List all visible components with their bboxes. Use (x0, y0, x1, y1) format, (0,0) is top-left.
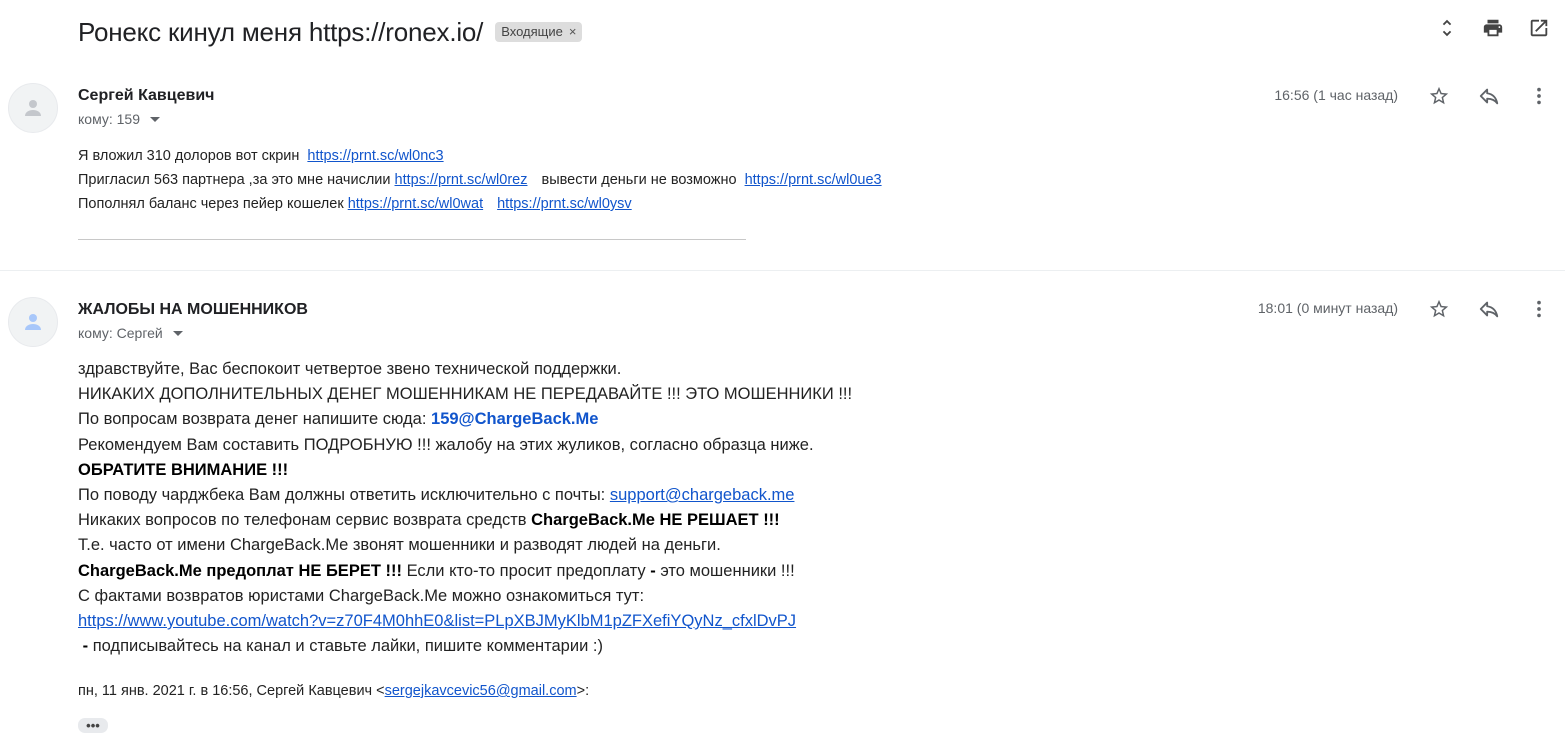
expand-collapse-icon[interactable] (1435, 16, 1459, 40)
open-in-new-window-icon[interactable] (1527, 16, 1551, 40)
body-line: По поводу чарджбека Вам должны ответить … (78, 483, 852, 508)
star-icon[interactable] (1427, 297, 1451, 321)
link[interactable]: https://prnt.sc/wl0nc3 (307, 148, 443, 164)
body-line: Никаких вопросов по телефонам сервис воз… (78, 508, 852, 533)
message-time: 16:56 (1 час назад) (1274, 87, 1398, 103)
thread-toolbar (1435, 16, 1551, 40)
body-line: Я вложил 310 долоров вот скрин https://pr… (78, 144, 882, 168)
body-line: Т.е. часто от имени ChargeBack.Me звонят… (78, 536, 721, 555)
show-trimmed-content-button[interactable]: ••• (78, 718, 108, 733)
body-line: По вопросам возврата денег напишите сюда… (78, 407, 852, 432)
body-line: ОБРАТИТЕ ВНИМАНИЕ !!! (78, 460, 289, 479)
chevron-down-icon[interactable] (150, 116, 160, 122)
sender-name[interactable]: ЖАЛОБЫ НА МОШЕННИКОВ (78, 301, 308, 319)
body-text: Пополнял баланс через пейер кошелек (78, 196, 344, 212)
message-time: 18:01 (0 минут назад) (1257, 300, 1398, 316)
body-line: здравствуйте, Вас беспокоит четвертое зв… (78, 360, 622, 378)
avatar[interactable] (8, 83, 58, 133)
recipient-text: кому: Сергей (78, 325, 163, 341)
recipient-line: кому: Сергей (78, 325, 183, 341)
body-line: https://www.youtube.com/watch?v=z70F4M0h… (78, 609, 852, 634)
star-icon[interactable] (1427, 84, 1451, 108)
quote-prefix: пн, 11 янв. 2021 г. в 16:56, Сергей Кавц… (78, 683, 385, 699)
link[interactable]: https://prnt.sc/wl0ysv (497, 196, 632, 212)
remove-label-icon[interactable]: × (569, 24, 577, 39)
avatar[interactable] (8, 297, 58, 347)
message-separator (0, 270, 1565, 271)
person-icon (25, 100, 41, 116)
body-text: Я вложил 310 долоров вот скрин (78, 148, 300, 164)
body-text: Пригласил 563 партнера ,за это мне начис… (78, 172, 391, 188)
body-text: подписывайтесь на канал и ставьте лайки,… (92, 637, 603, 656)
email-link[interactable]: sergejkavcevic56@gmail.com (385, 683, 577, 699)
email-link[interactable]: support@chargeback.me (610, 486, 795, 504)
body-text-bold: ChargeBack.Me НЕ РЕШАЕТ !!! (531, 511, 780, 530)
body-text: это мошенники !!! (660, 561, 795, 580)
body-line: - подписывайтесь на канал и ставьте лайк… (78, 634, 852, 659)
thread-header: Ронекс кинул меня https://ronex.io/ Вход… (78, 12, 583, 52)
email-link[interactable]: 159@ChargeBack.Me (431, 410, 598, 428)
dash: - (82, 637, 89, 656)
body-line: Рекомендуем Вам составить ПОДРОБНУЮ !!! … (78, 435, 814, 454)
body-line: Пригласил 563 партнера ,за это мне начис… (78, 168, 882, 192)
link[interactable]: https://prnt.sc/wl0ue3 (745, 172, 882, 188)
dash: - (650, 561, 656, 580)
more-vert-icon[interactable] (1527, 297, 1551, 321)
label-chip-text: Входящие (501, 24, 563, 39)
body-text-bold: ChargeBack.Me предоплат НЕ БЕРЕТ !!! (78, 561, 402, 580)
body-text: вывести деньги не возможно (541, 172, 737, 188)
recipient-line: кому: 159 (78, 111, 160, 127)
thread-subject: Ронекс кинул меня https://ronex.io/ (78, 16, 484, 47)
person-icon (25, 314, 41, 330)
quote-attribution: пн, 11 янв. 2021 г. в 16:56, Сергей Кавц… (78, 683, 589, 699)
message-actions (1427, 297, 1551, 321)
body-text: Если кто-то просит предоплату (406, 561, 646, 580)
chevron-down-icon[interactable] (172, 330, 183, 336)
body-line: ChargeBack.Me предоплат НЕ БЕРЕТ !!! Есл… (78, 559, 852, 584)
message-body: Я вложил 310 долоров вот скрин https://pr… (78, 144, 882, 216)
link[interactable]: https://prnt.sc/wl0rez (395, 172, 528, 188)
body-line: Пополнял баланс через пейер кошелек http… (78, 192, 882, 216)
link[interactable]: https://prnt.sc/wl0wat (348, 196, 483, 212)
message-body: здравствуйте, Вас беспокоит четвертое зв… (78, 357, 852, 659)
body-text: По поводу чарджбека Вам должны ответить … (78, 486, 606, 505)
signature-divider (78, 239, 746, 240)
label-chip-inbox[interactable]: Входящие × (495, 22, 583, 42)
message-actions (1427, 84, 1551, 108)
body-text: По вопросам возврата денег напишите сюда… (78, 410, 427, 429)
body-line: С фактами возвратов юристами ChargeBack.… (78, 586, 645, 605)
quote-suffix: >: (576, 683, 590, 699)
recipient-text: кому: 159 (78, 111, 140, 127)
print-icon[interactable] (1481, 16, 1505, 40)
body-line: НИКАКИХ ДОПОЛНИТЕЛЬНЫХ ДЕНЕГ МОШЕННИКАМ … (78, 385, 853, 404)
more-vert-icon[interactable] (1527, 84, 1551, 108)
reply-icon[interactable] (1477, 297, 1501, 321)
reply-icon[interactable] (1477, 84, 1501, 108)
youtube-link[interactable]: https://www.youtube.com/watch?v=z70F4M0h… (78, 612, 796, 630)
body-text: Никаких вопросов по телефонам сервис воз… (78, 511, 527, 530)
sender-name[interactable]: Сергей Кавцевич (78, 87, 214, 105)
